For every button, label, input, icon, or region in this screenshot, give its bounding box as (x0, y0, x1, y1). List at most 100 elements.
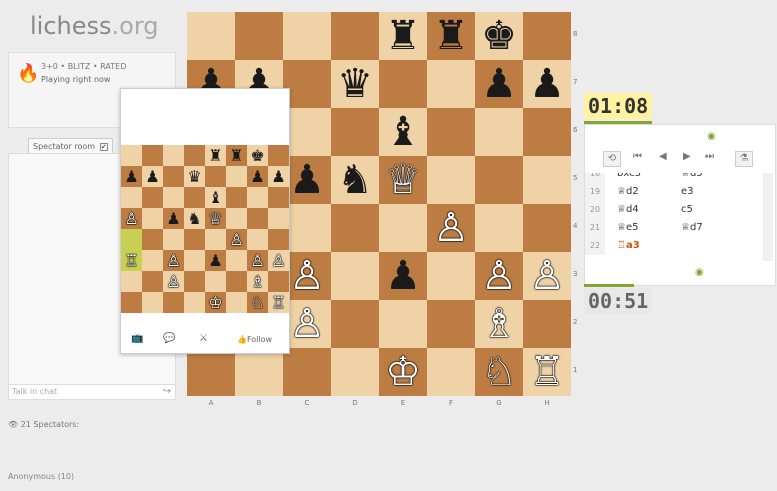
white-move[interactable]: ♕d2 (617, 183, 639, 201)
square-a1[interactable] (187, 348, 235, 396)
chess-piece-icon[interactable]: ♕ (385, 160, 421, 200)
square-f6[interactable] (427, 108, 475, 156)
chess-piece-icon[interactable]: ♔ (385, 352, 421, 392)
chess-piece-icon[interactable]: ♟ (481, 64, 517, 104)
chat-icon[interactable]: 💬 (163, 333, 175, 344)
white-move[interactable]: bxc3 (617, 173, 641, 183)
chess-piece-icon[interactable]: ♟ (529, 64, 565, 104)
square-f5[interactable] (427, 156, 475, 204)
square-g5[interactable] (475, 156, 523, 204)
black-move[interactable]: c5 (681, 201, 693, 219)
square-c1[interactable] (283, 348, 331, 396)
white-move[interactable]: ♖a3 (617, 237, 640, 255)
follow-button[interactable]: 👍Follow (237, 335, 272, 344)
square-e8[interactable]: ♜ (379, 12, 427, 60)
square-d8[interactable] (331, 12, 379, 60)
send-icon[interactable]: ↪ (163, 385, 171, 399)
square-h8[interactable] (523, 12, 571, 60)
square-e3[interactable]: ♟ (379, 252, 427, 300)
white-move[interactable]: ♕d4 (617, 201, 639, 219)
square-g8[interactable]: ♚ (475, 12, 523, 60)
square-c2[interactable]: ♙ (283, 300, 331, 348)
chess-piece-icon[interactable]: ♜ (433, 16, 469, 56)
black-move[interactable]: ♕d5 (681, 173, 703, 183)
square-g7[interactable]: ♟ (475, 60, 523, 108)
square-b1[interactable] (235, 348, 283, 396)
chess-piece-icon[interactable]: ♚ (481, 16, 517, 56)
square-c6[interactable] (283, 108, 331, 156)
square-d3[interactable] (331, 252, 379, 300)
square-h7[interactable]: ♟ (523, 60, 571, 108)
move-list[interactable]: 18 bxc3 ♕d5 19 ♕d2 e3 20 ♕d4 c5 21 ♕e5 ♕d7 22 ♖a3 (585, 173, 761, 261)
square-h2[interactable] (523, 300, 571, 348)
chess-piece-icon[interactable]: ♙ (481, 256, 517, 296)
square-e4[interactable] (379, 204, 427, 252)
flip-board-button[interactable]: ⟲ (603, 151, 621, 167)
square-c5[interactable]: ♟ (283, 156, 331, 204)
square-h6[interactable] (523, 108, 571, 156)
square-e6[interactable]: ♝ (379, 108, 427, 156)
square-c7[interactable] (283, 60, 331, 108)
square-g1[interactable]: ♘ (475, 348, 523, 396)
chess-piece-icon[interactable]: ♞ (337, 160, 373, 200)
square-e5[interactable]: ♕ (379, 156, 427, 204)
chess-piece-icon[interactable]: ♙ (529, 256, 565, 296)
mini-square (184, 292, 205, 313)
square-f4[interactable]: ♙ (427, 204, 475, 252)
square-f7[interactable] (427, 60, 475, 108)
square-d6[interactable] (331, 108, 379, 156)
chess-piece-icon[interactable]: ♝ (385, 112, 421, 152)
analysis-button[interactable]: ⚗ (735, 151, 753, 167)
chess-piece-icon[interactable]: ♖ (529, 352, 565, 392)
chess-piece-icon[interactable]: ♙ (433, 208, 469, 248)
square-f1[interactable] (427, 348, 475, 396)
white-move[interactable]: ♕e5 (617, 219, 638, 237)
black-move[interactable]: e3 (681, 183, 694, 201)
chess-piece-icon[interactable]: ♟ (385, 256, 421, 296)
square-c3[interactable]: ♙ (283, 252, 331, 300)
chess-piece-icon[interactable]: ♘ (481, 352, 517, 392)
chat-input[interactable]: Talk in chat ↪ (8, 384, 176, 400)
square-h5[interactable] (523, 156, 571, 204)
spectator-room-tab[interactable]: Spectator room ✔ (28, 138, 113, 154)
chess-piece-icon[interactable]: ♜ (385, 16, 421, 56)
square-h3[interactable]: ♙ (523, 252, 571, 300)
last-move-button[interactable]: ⏭ (705, 151, 714, 162)
square-c4[interactable] (283, 204, 331, 252)
square-d1[interactable] (331, 348, 379, 396)
square-g3[interactable]: ♙ (475, 252, 523, 300)
first-move-button[interactable]: ⏮ (633, 151, 642, 162)
square-e1[interactable]: ♔ (379, 348, 427, 396)
mini-chess-board[interactable]: ♜ ♜ ♚ ♟ ♟ ♛ ♟ ♟ ♝ ♙ ♟ ♞ ♕ ♙ ♖ ♙ ♟ ♙ ♙ ♙ ♗ ♔ ♘ ♖ (121, 145, 289, 313)
tv-icon[interactable]: 📺 (131, 333, 143, 344)
site-logo[interactable]: lichess.org (30, 12, 159, 40)
move-list-scrollbar[interactable] (763, 173, 773, 261)
square-e7[interactable] (379, 60, 427, 108)
chess-piece-icon[interactable]: ♛ (337, 64, 373, 104)
square-c8[interactable] (283, 12, 331, 60)
spectator-room-checkbox[interactable]: ✔ (99, 143, 108, 151)
black-move[interactable]: ♕d7 (681, 219, 703, 237)
square-g4[interactable] (475, 204, 523, 252)
square-f3[interactable] (427, 252, 475, 300)
chess-piece-icon[interactable]: ♟ (289, 160, 325, 200)
next-move-button[interactable]: ▶ (683, 151, 691, 162)
square-b8[interactable] (235, 12, 283, 60)
square-d4[interactable] (331, 204, 379, 252)
square-d5[interactable]: ♞ (331, 156, 379, 204)
prev-move-button[interactable]: ◀ (659, 151, 667, 162)
square-a8[interactable] (187, 12, 235, 60)
swords-icon[interactable]: ⚔ (199, 333, 208, 344)
chess-piece-icon[interactable]: ♗ (481, 304, 517, 344)
square-d2[interactable] (331, 300, 379, 348)
square-h4[interactable] (523, 204, 571, 252)
square-d7[interactable]: ♛ (331, 60, 379, 108)
square-e2[interactable] (379, 300, 427, 348)
square-g6[interactable] (475, 108, 523, 156)
chess-piece-icon[interactable]: ♙ (289, 256, 325, 296)
chess-piece-icon[interactable]: ♙ (289, 304, 325, 344)
square-f8[interactable]: ♜ (427, 12, 475, 60)
square-g2[interactable]: ♗ (475, 300, 523, 348)
square-h1[interactable]: ♖ (523, 348, 571, 396)
square-f2[interactable] (427, 300, 475, 348)
